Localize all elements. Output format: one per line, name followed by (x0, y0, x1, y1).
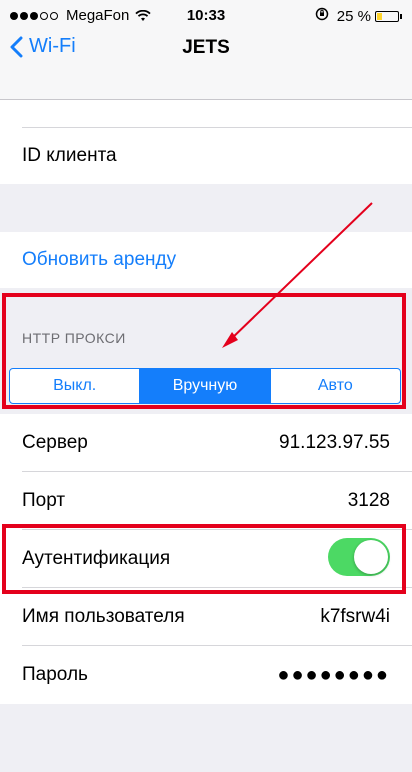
settings-screen: MegaFon 10:33 25 % Wi-Fi JETS ID клиента… (0, 0, 412, 772)
annotation-arrow-icon (222, 202, 373, 348)
